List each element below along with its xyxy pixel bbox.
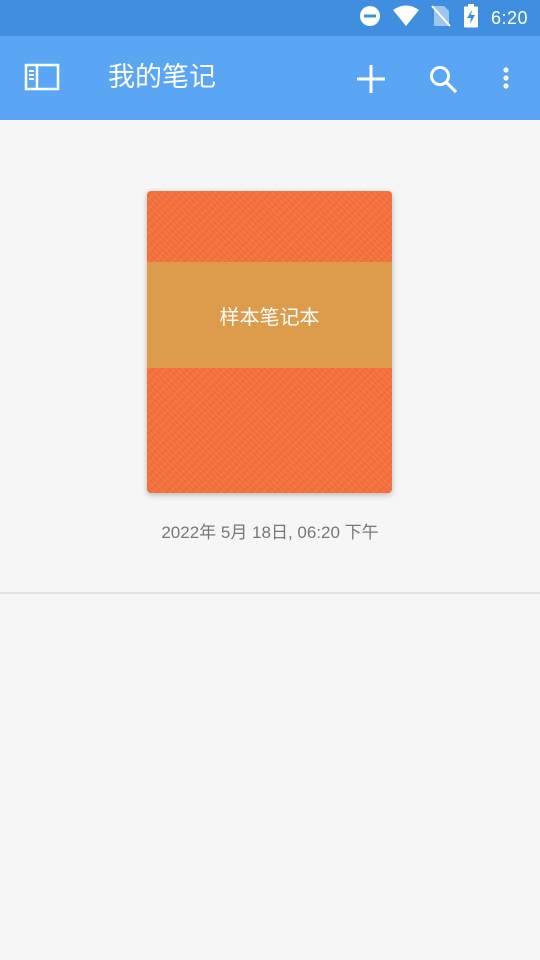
app-bar: 我的笔记 xyxy=(0,36,540,120)
list-divider xyxy=(0,592,540,594)
notebook-title-band: 样本笔记本 xyxy=(147,262,392,368)
notebook-cover[interactable]: 样本笔记本 xyxy=(147,191,392,493)
no-sim-icon xyxy=(431,5,451,31)
sidebar-toggle-icon xyxy=(24,63,60,91)
battery-charging-icon xyxy=(463,4,479,32)
sidebar-toggle-button[interactable] xyxy=(24,63,60,93)
more-vert-icon xyxy=(503,67,509,89)
status-bar: 6:20 xyxy=(0,0,540,36)
search-icon xyxy=(430,66,458,94)
status-time: 6:20 xyxy=(490,7,528,28)
do-not-disturb-icon xyxy=(359,5,381,31)
notebook-item[interactable]: 样本笔记本 2022年 5月 18日, 06:20 下午 xyxy=(0,120,540,593)
search-button[interactable] xyxy=(428,64,458,94)
notebook-list: 样本笔记本 2022年 5月 18日, 06:20 下午 xyxy=(0,120,540,960)
notebook-date: 2022年 5月 18日, 06:20 下午 xyxy=(161,523,379,542)
page-title: 我的笔记 xyxy=(108,62,216,93)
more-options-button[interactable] xyxy=(496,64,516,94)
wifi-icon xyxy=(392,5,419,31)
add-icon xyxy=(357,65,385,93)
add-notebook-button[interactable] xyxy=(356,64,386,94)
status-icons: 6:20 xyxy=(359,0,528,36)
notebook-title: 样本笔记本 xyxy=(219,304,320,329)
